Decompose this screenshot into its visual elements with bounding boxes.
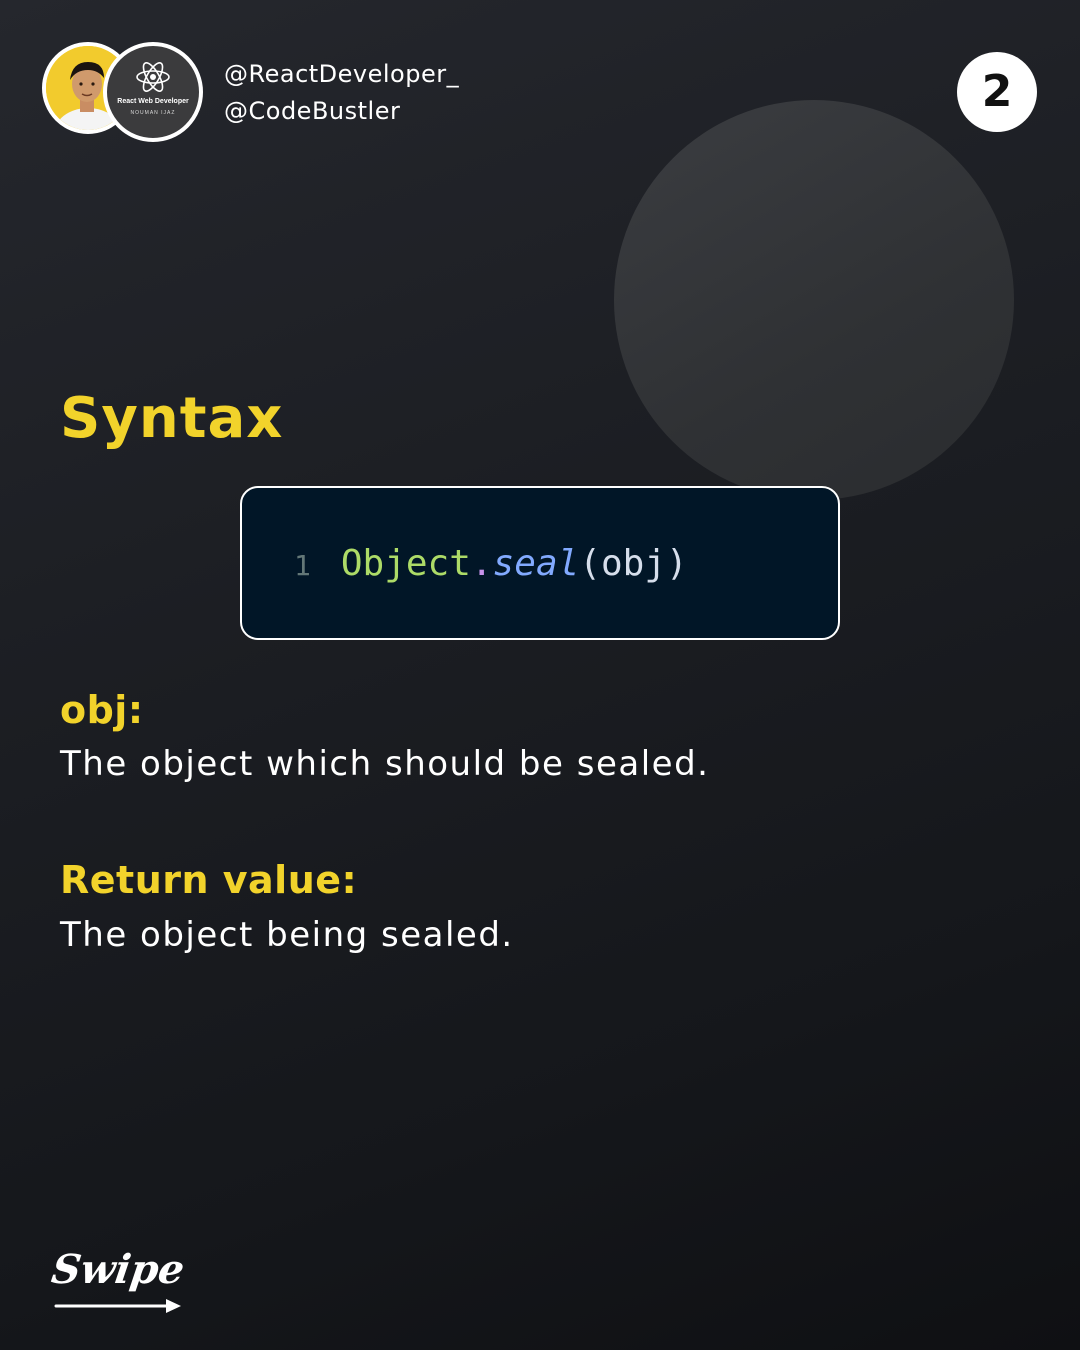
code-method: seal — [492, 543, 580, 584]
code-object: Object — [340, 543, 471, 584]
handle-secondary: @CodeBustler — [224, 97, 401, 125]
brand-logo: React Web Developer NOUMAN IJAZ — [103, 42, 203, 142]
code-line: 1 Object.seal(obj) — [294, 542, 688, 588]
handle-primary: @ReactDeveloper_ — [224, 60, 460, 88]
code-argument: obj — [600, 543, 667, 584]
code-open-paren: ( — [579, 543, 601, 584]
param-label-return: Return value: — [60, 858, 358, 902]
code-dot: . — [470, 543, 493, 584]
param-description-obj: The object which should be sealed. — [60, 744, 710, 784]
swipe-label: Swipe — [48, 1246, 188, 1293]
code-block: 1 Object.seal(obj) — [240, 486, 840, 640]
page-title: Syntax — [60, 386, 284, 451]
react-atom-icon — [136, 62, 170, 92]
page-number-badge: 2 — [957, 52, 1037, 132]
code-close-paren: ) — [666, 543, 688, 584]
decorative-circle — [614, 100, 1014, 500]
logo-title: React Web Developer — [117, 98, 189, 105]
line-number: 1 — [294, 549, 311, 582]
logo-subtitle: NOUMAN IJAZ — [130, 110, 176, 116]
author-handles: @ReactDeveloper_ @CodeBustler — [224, 56, 459, 130]
param-label-obj: obj: — [60, 688, 144, 732]
swipe-arrow-icon — [54, 1299, 181, 1313]
swipe-hint[interactable]: Swipe — [49, 1244, 192, 1324]
param-description-return: The object being sealed. — [60, 915, 514, 955]
